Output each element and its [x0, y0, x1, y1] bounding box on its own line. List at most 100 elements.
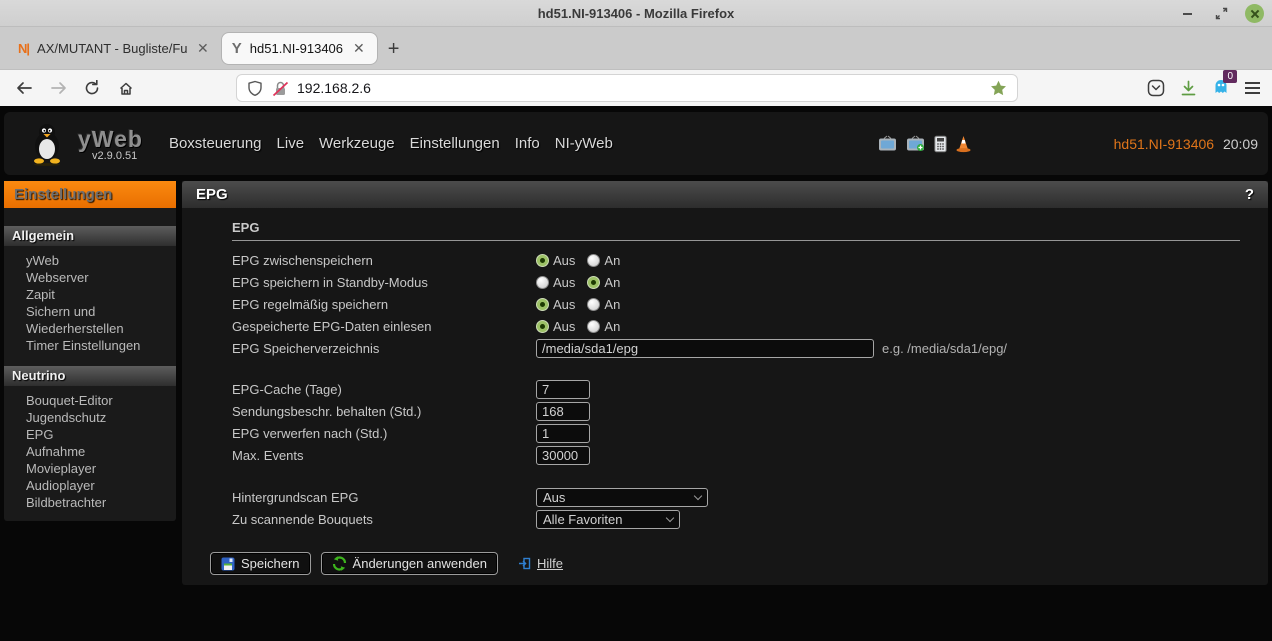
pocket-icon[interactable]	[1147, 79, 1165, 97]
yweb-logo[interactable]: yWeb v2.9.0.51	[28, 122, 143, 166]
close-button[interactable]	[1245, 4, 1264, 23]
remote-control-icon[interactable]	[934, 135, 947, 152]
sidebar-item-webserver[interactable]: Webserver	[26, 269, 170, 286]
radio-aus[interactable]	[536, 298, 549, 311]
tux-penguin-icon	[28, 122, 66, 166]
sidebar-item-audioplayer[interactable]: Audioplayer	[26, 477, 170, 494]
yweb-header: yWeb v2.9.0.51 Boxsteuerung Live Werkzeu…	[4, 112, 1268, 175]
shield-icon	[247, 80, 263, 97]
bookmark-star-icon[interactable]	[990, 80, 1007, 96]
field-label: Zu scannende Bouquets	[232, 512, 536, 527]
sidebar-item-sichern[interactable]: Sichern und Wiederherstellen	[26, 303, 170, 337]
background-scan-select[interactable]: Aus	[536, 488, 708, 507]
tab-bugliste[interactable]: N| AX/MUTANT - Bugliste/Funk ✕	[8, 32, 221, 65]
chevron-down-icon	[666, 513, 674, 521]
epg-cache-input[interactable]	[536, 380, 590, 399]
radio-aus[interactable]	[536, 320, 549, 333]
radio-label[interactable]: Aus	[553, 253, 575, 268]
sidebar-item-jugendschutz[interactable]: Jugendschutz	[26, 409, 170, 426]
radio-an[interactable]	[587, 276, 600, 289]
radio-an[interactable]	[587, 254, 600, 267]
dir-hint: e.g. /media/sda1/epg/	[882, 341, 1007, 356]
field-label: Hintergrundscan EPG	[232, 490, 536, 505]
refresh-apply-icon	[332, 556, 347, 571]
sidebar-item-timer[interactable]: Timer Einstellungen	[26, 337, 170, 354]
home-button[interactable]	[114, 76, 138, 100]
field-label: Gespeicherte EPG-Daten einlesen	[232, 319, 536, 334]
radio-an[interactable]	[587, 320, 600, 333]
nav-einstellungen[interactable]: Einstellungen	[410, 135, 500, 152]
radio-label[interactable]: Aus	[553, 297, 575, 312]
vlc-cone-icon[interactable]	[956, 135, 971, 152]
radio-label[interactable]: An	[604, 297, 620, 312]
tab-hd51[interactable]: Y hd51.NI-913406 ✕	[221, 32, 378, 65]
sidebar-item-movieplayer[interactable]: Movieplayer	[26, 460, 170, 477]
download-icon[interactable]	[1180, 80, 1197, 97]
sidebar-item-epg[interactable]: EPG	[26, 426, 170, 443]
window-title: hd51.NI-913406 - Mozilla Firefox	[0, 6, 1272, 21]
restore-button[interactable]	[1211, 4, 1231, 24]
tab-label: AX/MUTANT - Bugliste/Funk	[37, 41, 187, 56]
url-bar[interactable]: 192.168.2.6	[236, 74, 1018, 102]
browser-toolbar: 192.168.2.6 0	[0, 70, 1272, 106]
box-status: hd51.NI-913406 20:09	[1114, 136, 1258, 152]
forward-icon	[50, 81, 67, 95]
sidebar-item-aufnahme[interactable]: Aufnahme	[26, 443, 170, 460]
new-tab-button[interactable]: +	[388, 38, 400, 61]
nav-info[interactable]: Info	[515, 135, 540, 152]
field-label: EPG speichern in Standby-Modus	[232, 275, 536, 290]
back-button[interactable]	[12, 76, 36, 100]
tab-close-icon[interactable]: ✕	[195, 40, 211, 57]
forward-button[interactable]	[46, 76, 70, 100]
epg-dir-input[interactable]	[536, 339, 874, 358]
home-icon	[118, 81, 134, 96]
scan-bouquets-select[interactable]: Alle Favoriten	[536, 510, 680, 529]
radio-aus[interactable]	[536, 276, 549, 289]
sidebar-item-yweb[interactable]: yWeb	[26, 252, 170, 269]
field-label: EPG Speicherverzeichnis	[232, 341, 536, 356]
nav-boxsteuerung[interactable]: Boxsteuerung	[169, 135, 262, 152]
apply-button-label: Änderungen anwenden	[353, 556, 487, 571]
field-label: Sendungsbeschr. behalten (Std.)	[232, 404, 536, 419]
nav-werkzeuge[interactable]: Werkzeuge	[319, 135, 395, 152]
radio-label[interactable]: An	[604, 253, 620, 268]
minimize-button[interactable]	[1177, 4, 1197, 24]
radio-aus[interactable]	[536, 254, 549, 267]
help-link[interactable]: Hilfe	[537, 556, 563, 571]
sidebar-item-zapit[interactable]: Zapit	[26, 286, 170, 303]
sidebar-item-bouquet-editor[interactable]: Bouquet-Editor	[26, 392, 170, 409]
insecure-lock-icon	[272, 80, 289, 97]
extension-button[interactable]: 0	[1212, 77, 1230, 100]
menu-button[interactable]	[1245, 82, 1260, 93]
page-title: EPG	[196, 186, 228, 203]
help-link-icon	[518, 557, 531, 570]
apply-changes-button[interactable]: Änderungen anwenden	[321, 552, 498, 575]
radio-label[interactable]: An	[604, 275, 620, 290]
tab-close-icon[interactable]: ✕	[351, 40, 367, 57]
max-events-input[interactable]	[536, 446, 590, 465]
extendedtext-hours-input[interactable]	[536, 402, 590, 421]
old-events-input[interactable]	[536, 424, 590, 443]
help-question-button[interactable]: ?	[1245, 186, 1254, 203]
tv-icon[interactable]	[878, 136, 897, 152]
yweb-page: yWeb v2.9.0.51 Boxsteuerung Live Werkzeu…	[0, 106, 1272, 641]
reload-button[interactable]	[80, 76, 104, 100]
minimize-icon	[1183, 13, 1192, 15]
settings-sidebar: Einstellungen Allgemein yWeb Webserver Z…	[4, 181, 176, 521]
save-button-label: Speichern	[241, 556, 300, 571]
sidebar-section-neutrino: Neutrino	[4, 366, 176, 386]
nav-live[interactable]: Live	[277, 135, 305, 152]
nav-ni-yweb[interactable]: NI-yWeb	[555, 135, 613, 152]
chevron-down-icon	[694, 491, 702, 499]
radio-label[interactable]: Aus	[553, 319, 575, 334]
radio-an[interactable]	[587, 298, 600, 311]
extension-badge: 0	[1223, 70, 1237, 83]
url-text[interactable]: 192.168.2.6	[297, 80, 990, 96]
sidebar-item-bildbetrachter[interactable]: Bildbetrachter	[26, 494, 170, 511]
save-button[interactable]: Speichern	[210, 552, 311, 575]
box-name: hd51.NI-913406	[1114, 136, 1214, 152]
radio-label[interactable]: Aus	[553, 275, 575, 290]
radio-label[interactable]: An	[604, 319, 620, 334]
floppy-save-icon	[221, 557, 235, 571]
tv-add-icon[interactable]	[906, 136, 925, 152]
